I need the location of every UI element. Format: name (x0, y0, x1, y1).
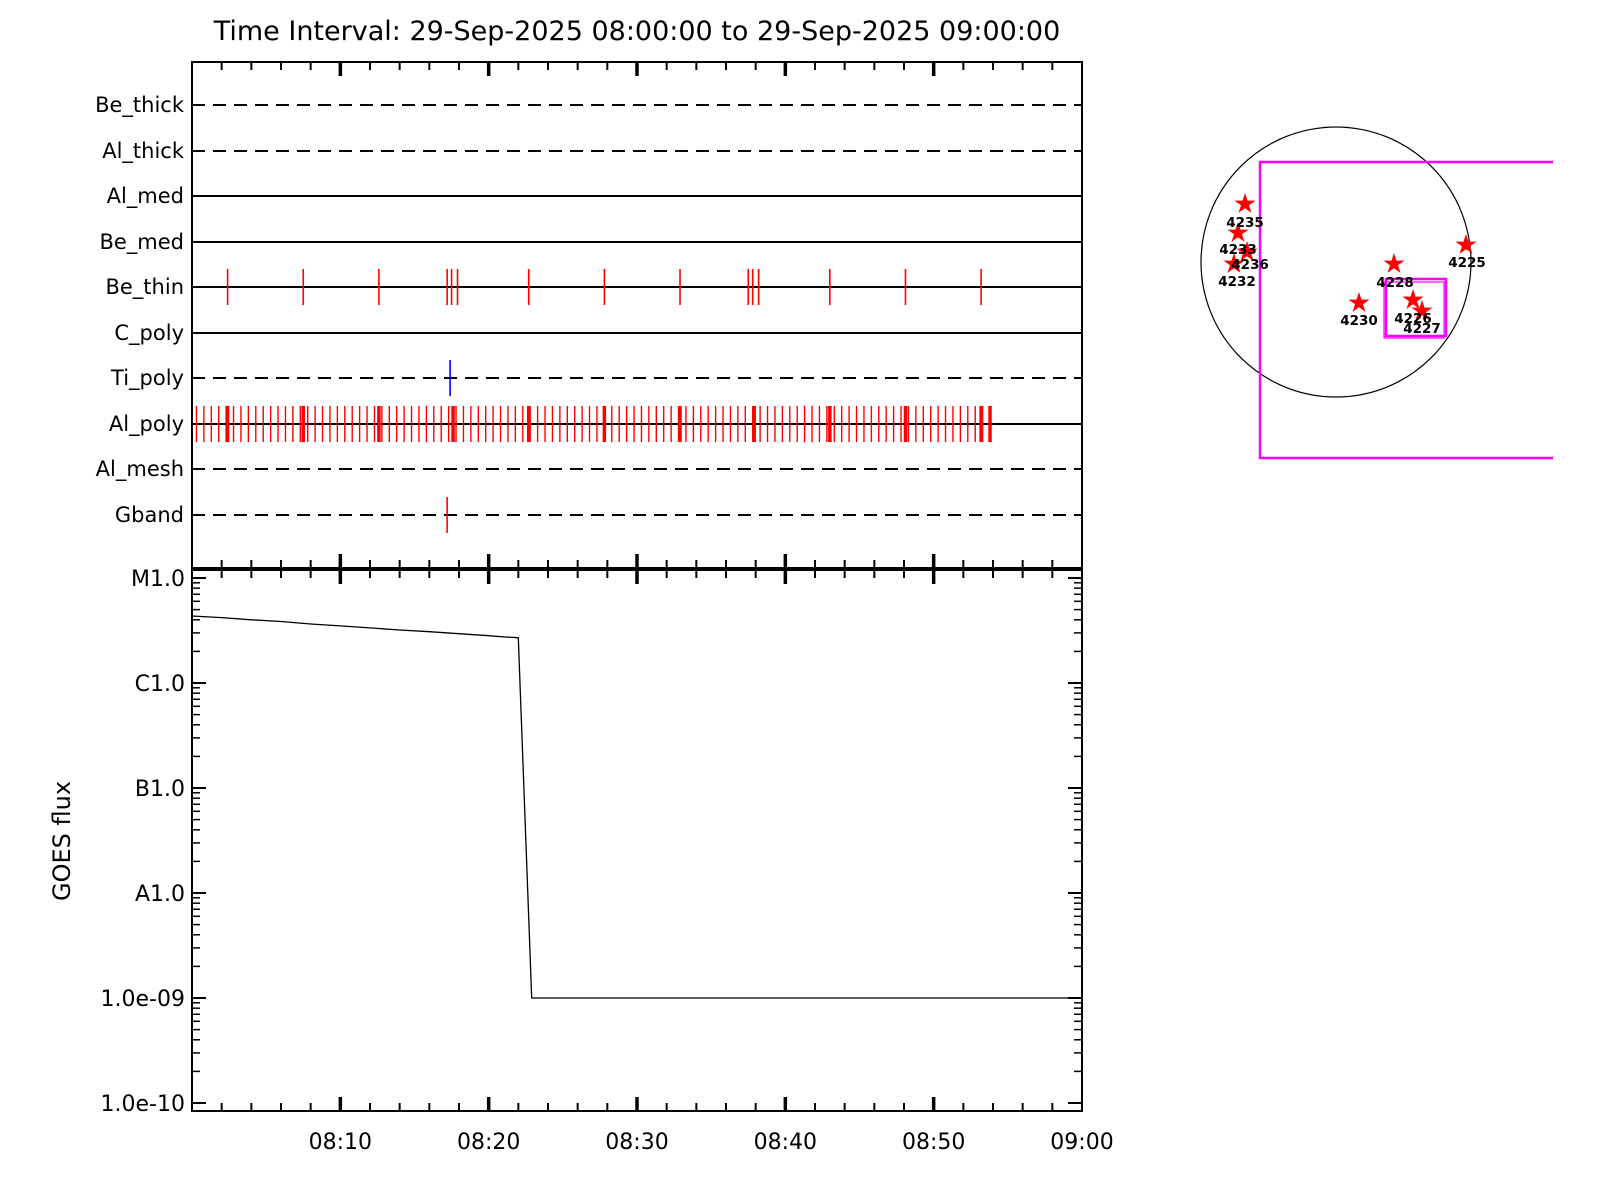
goes-ytick-label: B1.0 (135, 777, 185, 802)
fov-box-0 (1258, 160, 1553, 460)
timeline-panel-border (191, 61, 1083, 569)
active-region-label-4228: 4228 (1376, 275, 1414, 291)
filter-label-Al_mesh: Al_mesh (96, 457, 184, 482)
goes-xtick-label: 09:00 (1050, 1130, 1113, 1155)
goes-ytick-label: 1.0e-09 (101, 987, 185, 1012)
goes-flux-axis-label: GOES flux (48, 780, 76, 902)
filter-label-C_poly: C_poly (114, 321, 184, 346)
page-title: Time Interval: 29-Sep-2025 08:00:00 to 2… (213, 16, 1061, 47)
goes-ytick-label: C1.0 (135, 672, 185, 697)
plots-canvas: Be_thick Al_thick Al_med Be_med Be_thin C_pol… (95, 61, 1553, 1155)
goes-xtick-label: 08:30 (605, 1130, 668, 1155)
filter-label-Al_med: Al_med (107, 184, 184, 209)
active-region-label-4232: 4232 (1218, 274, 1256, 290)
filter-label-Be_thick: Be_thick (95, 93, 185, 118)
goes-panel-border (191, 569, 1083, 1112)
filter-label-Be_med: Be_med (99, 230, 184, 255)
goes-xtick-label: 08:40 (754, 1130, 817, 1155)
active-region-label-4235: 4235 (1226, 215, 1264, 231)
goes-xtick-label: 08:10 (309, 1130, 372, 1155)
goes-ytick-label: A1.0 (135, 882, 185, 907)
active-region-star-4225 (1455, 234, 1477, 254)
filter-label-Be_thin: Be_thin (105, 275, 184, 300)
filter-label-Ti_poly: Ti_poly (110, 366, 184, 391)
active-region-label-4227: 4227 (1403, 321, 1441, 337)
goes-xtick-label: 08:20 (457, 1130, 520, 1155)
goes-flux-curve (191, 615, 1082, 999)
filter-label-Gband: Gband (115, 503, 184, 527)
active-region-label-4236: 4236 (1231, 257, 1269, 273)
observation-planner-screenshot: Time Interval: 29-Sep-2025 08:00:00 to 2… (0, 0, 1600, 1200)
active-region-star-4228 (1383, 253, 1405, 273)
filter-label-Al_thick: Al_thick (102, 139, 185, 164)
goes-ytick-label: M1.0 (131, 567, 185, 592)
goes-ytick-label: 1.0e-10 (101, 1092, 185, 1117)
active-region-label-4230: 4230 (1340, 313, 1378, 329)
active-region-label-4233: 4233 (1219, 242, 1257, 258)
filter-label-Al_poly: Al_poly (109, 412, 184, 437)
goes-xtick-label: 08:50 (902, 1130, 965, 1155)
active-region-star-4230 (1348, 292, 1370, 312)
active-region-label-4225: 4225 (1448, 255, 1486, 271)
active-region-star-4235 (1234, 193, 1256, 213)
